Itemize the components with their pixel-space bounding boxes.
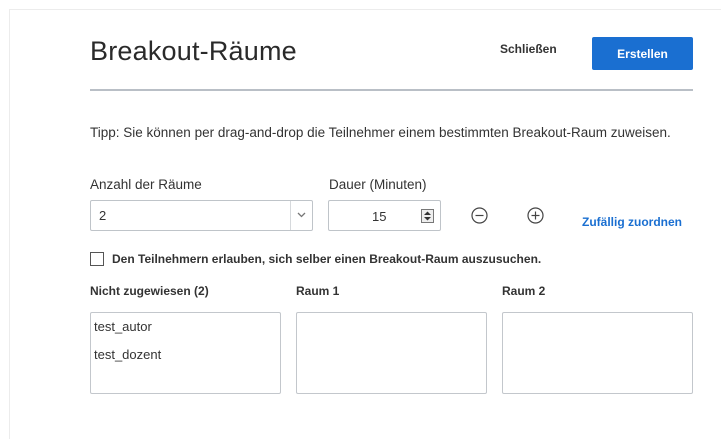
rooms-count-select[interactable]: 2 [90, 200, 313, 231]
chevron-down-icon[interactable] [290, 201, 312, 230]
self-select-checkbox[interactable] [90, 252, 104, 266]
duration-input[interactable]: 15 [328, 200, 441, 231]
header-divider [90, 89, 693, 91]
rooms-count-value: 2 [99, 208, 107, 223]
room-2-header: Raum 2 [502, 284, 546, 298]
rooms-count-label: Anzahl der Räume [90, 177, 202, 192]
room-1-dropzone[interactable] [296, 312, 487, 394]
self-select-label: Den Teilnehmern erlauben, sich selber ei… [112, 252, 542, 266]
participant-item[interactable]: test_dozent [94, 347, 161, 362]
dialog-title: Breakout-Räume [90, 36, 297, 66]
room-2-dropzone[interactable] [502, 312, 693, 394]
random-assign-link[interactable]: Zufällig zuordnen [582, 215, 682, 229]
close-button[interactable]: Schließen [500, 42, 557, 56]
room-1-header: Raum 1 [296, 284, 340, 298]
unassigned-header: Nicht zugewiesen (2) [90, 284, 209, 298]
create-button[interactable]: Erstellen [592, 37, 693, 70]
duration-value: 15 [372, 209, 387, 224]
duration-label: Dauer (Minuten) [329, 177, 427, 192]
circle-plus-icon[interactable] [527, 207, 544, 224]
circle-minus-icon[interactable] [471, 207, 488, 224]
tip-text: Tipp: Sie können per drag-and-drop die T… [90, 125, 671, 140]
duration-spinner-icon[interactable] [421, 209, 434, 223]
participant-item[interactable]: test_autor [94, 319, 152, 334]
